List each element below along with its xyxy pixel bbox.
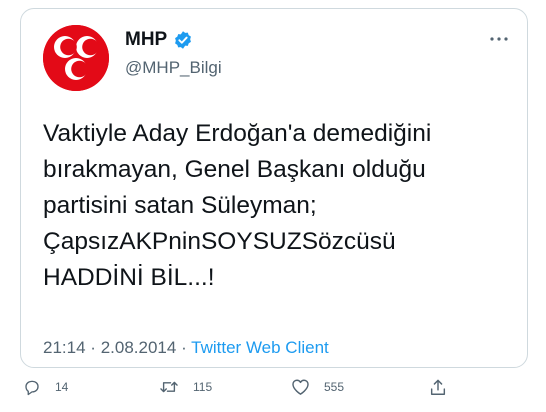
retweet-button[interactable]: 115 [159,378,212,396]
mhp-logo-icon [43,25,109,91]
tweet-actions-bar: 14 115 555 [0,378,546,408]
like-button[interactable]: 555 [291,378,344,396]
tweet-text: Vaktiyle Aday Erdoğan'a demediğini bırak… [43,120,432,291]
meta-separator: · [181,338,187,357]
tweet-meta: 21:14 · 2.08.2014 · Twitter Web Client [43,338,329,358]
avatar[interactable] [43,25,109,91]
retweet-count: 115 [193,380,213,394]
tweet-source-link[interactable]: Twitter Web Client [191,338,329,357]
reply-button[interactable]: 14 [23,378,68,396]
verified-badge-icon [173,30,193,50]
like-count: 555 [324,380,345,394]
heart-icon [291,378,310,396]
tweet-date[interactable]: 2.08.2014 [101,338,177,357]
author-display-name[interactable]: MHP [125,29,167,51]
author-handle[interactable]: @MHP_Bilgi [125,58,222,78]
reply-icon [23,378,41,396]
share-icon [429,378,447,397]
tweet-card: MHP @MHP_Bilgi Vaktiyle Aday Erdoğan'a d… [20,8,528,368]
reply-count: 14 [55,380,69,394]
author-name-row[interactable]: MHP [125,29,193,51]
share-button[interactable] [429,378,447,397]
tweet-time[interactable]: 21:14 [43,338,86,357]
more-horizontal-icon[interactable] [489,31,509,42]
retweet-icon [159,378,179,396]
meta-separator: · [90,338,96,357]
